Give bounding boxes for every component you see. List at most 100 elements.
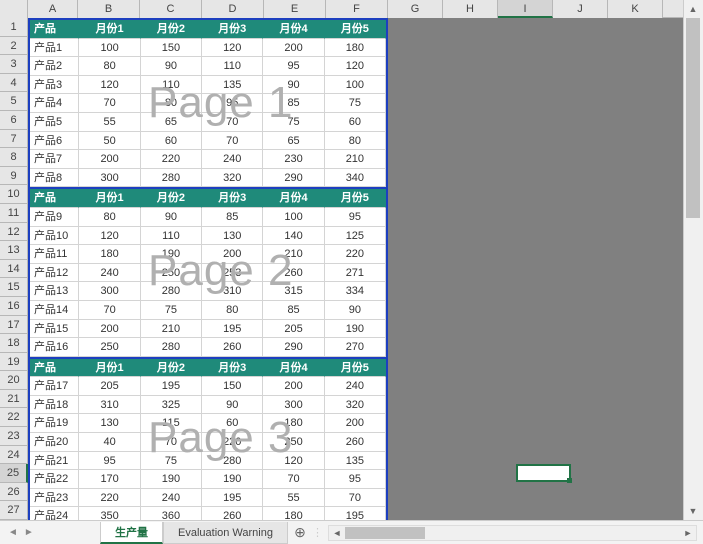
cell[interactable]: 产品16 [30,338,79,357]
cell[interactable]: 75 [263,113,324,132]
vscroll-thumb[interactable] [686,18,700,218]
header-cell[interactable]: 月份3 [202,189,263,208]
row-header-25[interactable]: 25 [0,464,28,483]
col-header-E[interactable]: E [264,0,326,18]
cell[interactable]: 产品10 [30,227,79,246]
header-cell[interactable]: 月份1 [79,359,140,378]
header-cell[interactable]: 月份3 [202,20,263,39]
active-cell[interactable] [516,464,571,482]
cell[interactable]: 150 [202,377,263,396]
header-cell[interactable]: 月份4 [263,189,324,208]
cell[interactable]: 195 [325,507,386,520]
cells-area[interactable]: 产品月份1月份2月份3月份4月份5产品1100150120200180产品280… [28,18,683,520]
cell[interactable]: 90 [202,396,263,415]
header-cell[interactable]: 月份5 [325,20,386,39]
cell[interactable]: 180 [325,39,386,58]
cell[interactable]: 270 [325,338,386,357]
cell[interactable]: 70 [141,433,202,452]
row-header-4[interactable]: 4 [0,74,28,93]
hscroll-thumb[interactable] [345,527,425,539]
cell[interactable]: 产品18 [30,396,79,415]
cell[interactable]: 350 [79,507,140,520]
cell[interactable]: 80 [141,94,202,113]
cell[interactable]: 260 [202,507,263,520]
header-cell[interactable]: 月份2 [141,189,202,208]
cell[interactable]: 80 [325,132,386,151]
cell[interactable]: 120 [202,39,263,58]
col-header-D[interactable]: D [202,0,264,18]
cell[interactable]: 220 [202,433,263,452]
cell[interactable]: 310 [79,396,140,415]
cell[interactable]: 产品13 [30,282,79,301]
cell[interactable]: 205 [79,377,140,396]
cell[interactable]: 195 [202,489,263,508]
cell[interactable]: 325 [141,396,202,415]
row-header-2[interactable]: 2 [0,37,28,56]
cell[interactable]: 产品21 [30,452,79,471]
cell[interactable]: 180 [79,245,140,264]
cell[interactable]: 产品9 [30,208,79,227]
cell[interactable]: 85 [202,208,263,227]
cell[interactable]: 340 [325,169,386,188]
header-cell[interactable]: 月份1 [79,189,140,208]
cell[interactable]: 135 [325,452,386,471]
horizontal-scrollbar[interactable]: ◄ ► [328,525,697,541]
cell[interactable]: 95 [202,94,263,113]
cell[interactable]: 110 [202,57,263,76]
cell[interactable]: 80 [79,57,140,76]
cell[interactable]: 产品4 [30,94,79,113]
cell[interactable]: 190 [141,245,202,264]
cell[interactable]: 260 [325,433,386,452]
select-all-corner[interactable] [0,0,28,18]
cell[interactable]: 产品24 [30,507,79,520]
cell[interactable]: 180 [263,507,324,520]
cell[interactable]: 95 [325,208,386,227]
cell[interactable]: 产品22 [30,470,79,489]
cell[interactable]: 产品11 [30,245,79,264]
col-header-H[interactable]: H [443,0,498,18]
row-header-15[interactable]: 15 [0,278,28,297]
cell[interactable]: 130 [202,227,263,246]
cell[interactable]: 180 [263,414,324,433]
cell[interactable]: 250 [79,338,140,357]
row-header-8[interactable]: 8 [0,148,28,167]
cell[interactable]: 120 [263,452,324,471]
cell[interactable]: 140 [263,227,324,246]
row-header-13[interactable]: 13 [0,241,28,260]
header-cell[interactable]: 月份5 [325,189,386,208]
cell[interactable]: 95 [79,452,140,471]
scroll-down-button[interactable]: ▼ [684,502,702,520]
cell[interactable]: 260 [263,264,324,283]
cell[interactable]: 190 [325,320,386,339]
row-header-16[interactable]: 16 [0,297,28,316]
cell[interactable]: 200 [325,414,386,433]
header-cell[interactable]: 月份2 [141,20,202,39]
cell[interactable]: 55 [79,113,140,132]
row-header-18[interactable]: 18 [0,334,28,353]
row-header-3[interactable]: 3 [0,55,28,74]
cell[interactable]: 334 [325,282,386,301]
cell[interactable]: 200 [79,320,140,339]
cell[interactable]: 65 [141,113,202,132]
cell[interactable]: 95 [325,470,386,489]
header-cell[interactable]: 产品 [30,359,79,378]
cell[interactable]: 65 [263,132,324,151]
cell[interactable]: 120 [79,76,140,95]
col-header-K[interactable]: K [608,0,663,18]
cell[interactable]: 90 [325,301,386,320]
cell[interactable]: 250 [263,433,324,452]
cell[interactable]: 135 [202,76,263,95]
cell[interactable]: 产品1 [30,39,79,58]
row-header-23[interactable]: 23 [0,427,28,446]
row-header-9[interactable]: 9 [0,167,28,186]
cell[interactable]: 280 [141,169,202,188]
cell[interactable]: 产品17 [30,377,79,396]
cell[interactable]: 200 [202,245,263,264]
cell[interactable]: 115 [141,414,202,433]
cell[interactable]: 80 [79,208,140,227]
cell[interactable]: 300 [79,282,140,301]
cell[interactable]: 200 [263,39,324,58]
row-header-5[interactable]: 5 [0,92,28,111]
cell[interactable]: 220 [79,489,140,508]
header-cell[interactable]: 月份2 [141,359,202,378]
